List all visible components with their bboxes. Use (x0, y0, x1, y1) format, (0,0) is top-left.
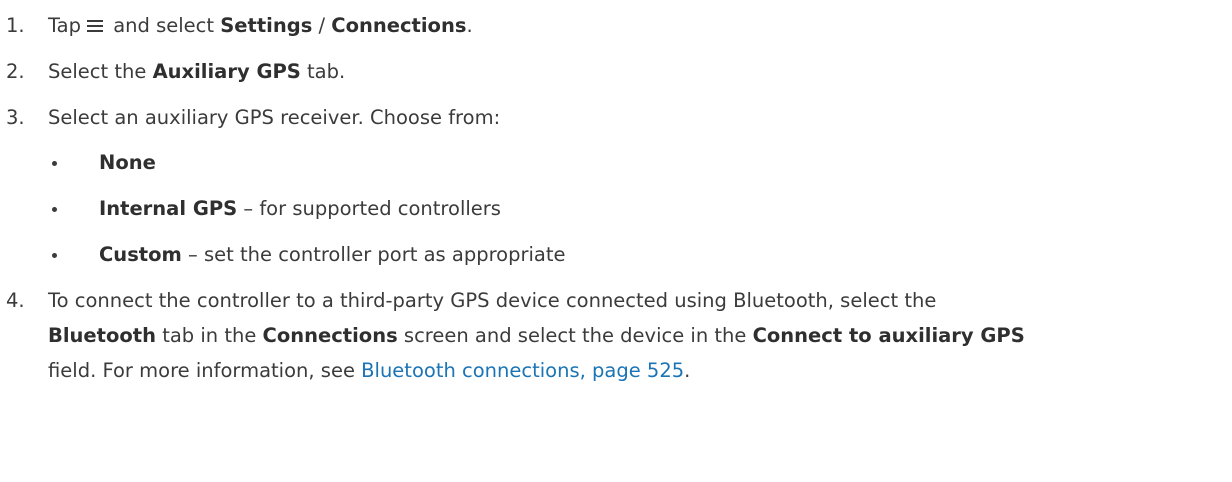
step-text: screen and select the device in the (403, 324, 747, 347)
step-3: 3. Select an auxiliary GPS receiver. Cho… (0, 100, 1232, 272)
step-2: 2. Select the Auxiliary GPS tab. (0, 54, 1232, 89)
connections-label: Connections (262, 324, 398, 347)
step-number: 4. (6, 289, 25, 312)
step-number: 1. (6, 14, 25, 37)
instructions-page: 1. Tap and select Settings / Connections… (0, 0, 1232, 482)
option-internal-gps: Internal GPS – for supported controllers (48, 191, 1232, 226)
auxiliary-gps-label: Auxiliary GPS (152, 60, 301, 83)
step-number: 3. (6, 106, 25, 129)
option-label: Custom (99, 243, 182, 266)
separator: / (318, 14, 326, 37)
period: . (684, 359, 691, 382)
option-description: – for supported controllers (237, 197, 501, 220)
receiver-options-list: None Internal GPS – for supported contro… (48, 145, 1232, 272)
step-text: Select the (48, 60, 147, 83)
steps-list: 1. Tap and select Settings / Connections… (0, 8, 1232, 388)
bullet-icon (52, 253, 57, 258)
step-text: Select an auxiliary GPS receiver. Choose… (48, 106, 501, 129)
option-label: Internal GPS (99, 197, 238, 220)
step-4: 4. To connect the controller to a third-… (0, 283, 1232, 388)
step-text: To connect the controller to a third-par… (48, 289, 937, 312)
period: . (466, 14, 473, 37)
connect-to-auxiliary-gps-label: Connect to auxiliary GPS (752, 324, 1025, 347)
step-text: tab in the (162, 324, 257, 347)
settings-label: Settings (220, 14, 313, 37)
bullet-icon (52, 207, 57, 212)
step-text: Tap (48, 14, 82, 37)
connections-label: Connections (331, 14, 467, 37)
bluetooth-connections-link[interactable]: Bluetooth connections, page 525 (361, 359, 684, 382)
step-1: 1. Tap and select Settings / Connections… (0, 8, 1232, 43)
step-text: and select (113, 14, 215, 37)
option-none: None (48, 145, 1232, 180)
bluetooth-label: Bluetooth (48, 324, 156, 347)
step-text: tab. (307, 60, 346, 83)
step-number: 2. (6, 60, 25, 83)
bullet-icon (52, 161, 57, 166)
menu-icon (87, 19, 104, 33)
step-text: field. For more information, see (48, 359, 355, 382)
option-description: – set the controller port as appropriate (181, 243, 566, 266)
option-label: None (99, 151, 156, 174)
option-custom: Custom – set the controller port as appr… (48, 237, 1232, 272)
